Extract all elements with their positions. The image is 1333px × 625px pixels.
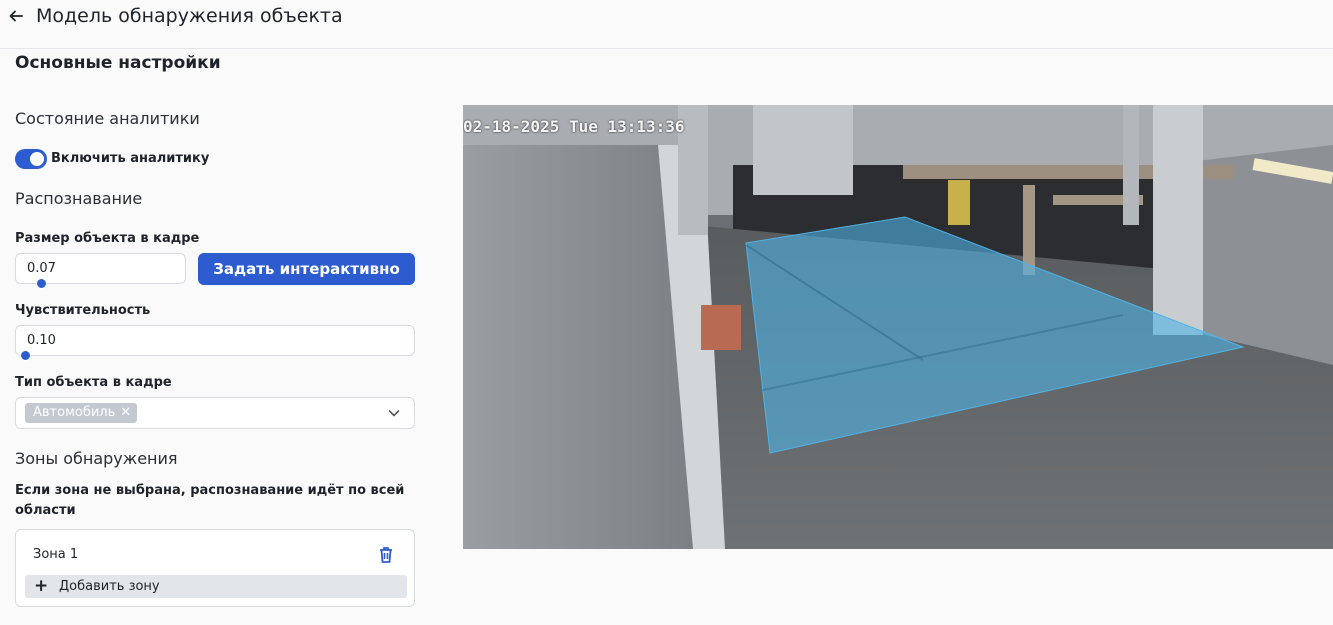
- camera-view[interactable]: 02-18-2025 Tue 13:13:36: [463, 105, 1333, 549]
- plus-icon: +: [34, 576, 49, 596]
- header: Модель обнаружения объекта: [0, 0, 1333, 49]
- zone-item[interactable]: Зона 1: [16, 540, 414, 570]
- object-type-chip: Автомобиль ✕: [25, 403, 138, 423]
- analytics-toggle[interactable]: [15, 149, 47, 169]
- zones-list: Зона 1 + Добавить зону: [15, 529, 415, 607]
- object-type-label: Тип объекта в кадре: [15, 375, 172, 390]
- zone-name: Зона 1: [33, 547, 79, 562]
- object-size-slider[interactable]: [20, 278, 182, 289]
- section-title: Основные настройки: [15, 53, 221, 73]
- object-size-label: Размер объекта в кадре: [15, 231, 200, 246]
- chevron-down-icon[interactable]: [388, 407, 400, 419]
- camera-timestamp: 02-18-2025 Tue 13:13:36: [463, 117, 685, 136]
- sensitivity-slider-thumb[interactable]: [20, 350, 31, 361]
- trash-icon[interactable]: [378, 546, 394, 564]
- zones-hint: Если зона не выбрана, распознавание идёт…: [15, 483, 405, 518]
- sensitivity-slider[interactable]: [20, 350, 410, 361]
- sensitivity-input[interactable]: 0.10: [15, 325, 415, 356]
- recognition-group-title: Распознавание: [15, 189, 143, 208]
- chip-label: Автомобиль: [33, 405, 116, 420]
- zones-group-title: Зоны обнаружения: [15, 449, 178, 468]
- analytics-toggle-label: Включить аналитику: [51, 151, 210, 166]
- analytics-group-title: Состояние аналитики: [15, 109, 200, 128]
- object-type-select[interactable]: Автомобиль ✕: [15, 397, 415, 429]
- chip-close-icon[interactable]: ✕: [120, 403, 131, 423]
- arrow-left-icon: [9, 10, 23, 22]
- object-size-slider-thumb[interactable]: [35, 278, 47, 289]
- add-zone-button[interactable]: + Добавить зону: [25, 575, 407, 598]
- page-title: Модель обнаружения объекта: [36, 5, 343, 27]
- toggle-knob: [30, 152, 44, 166]
- add-zone-label: Добавить зону: [59, 579, 160, 594]
- set-interactive-button[interactable]: Задать интерактивно: [198, 253, 415, 285]
- sensitivity-label: Чувствительность: [15, 303, 151, 318]
- back-button[interactable]: [6, 6, 26, 26]
- camera-frame: [463, 105, 1333, 549]
